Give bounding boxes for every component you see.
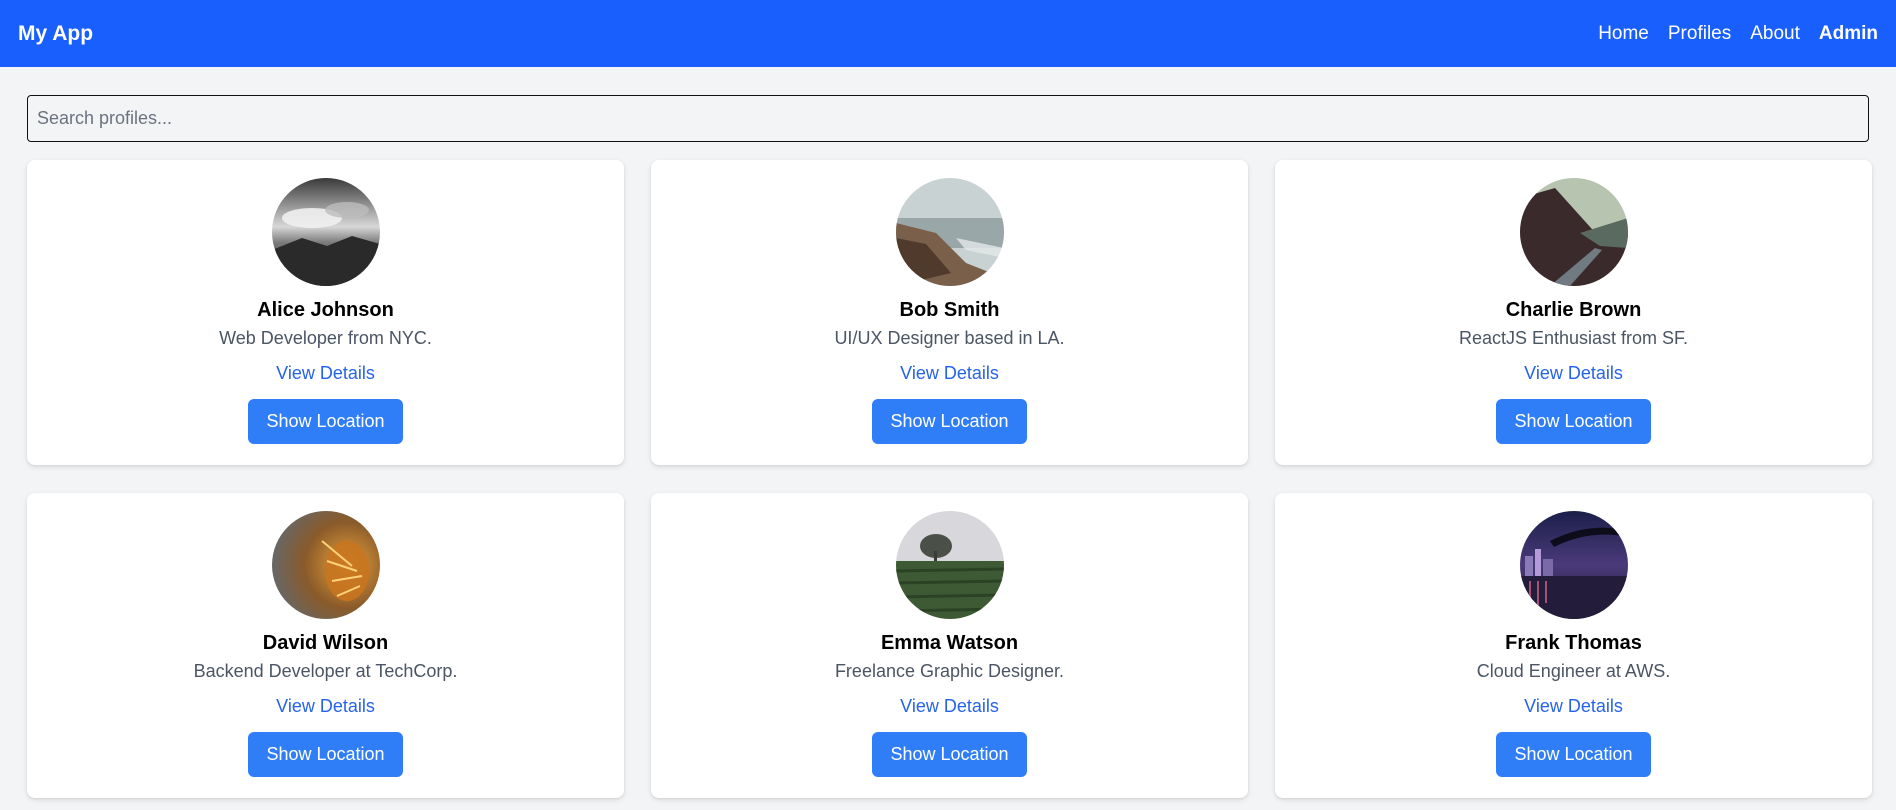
foggy-field-tree-photo (895, 511, 1004, 619)
show-location-button[interactable]: Show Location (872, 732, 1027, 777)
nav-links: Home Profiles About Admin (1598, 23, 1878, 45)
profile-name: Alice Johnson (257, 299, 394, 321)
profile-bio: UI/UX Designer based in LA. (834, 328, 1065, 348)
show-location-button[interactable]: Show Location (872, 399, 1027, 444)
profile-grid: Alice Johnson Web Developer from NYC. Vi… (27, 160, 1872, 798)
profile-name: Frank Thomas (1505, 632, 1642, 654)
nav-link-about[interactable]: About (1750, 23, 1800, 45)
profile-card: Frank Thomas Cloud Engineer at AWS. View… (1275, 493, 1872, 798)
show-location-button[interactable]: Show Location (248, 732, 403, 777)
view-details-link[interactable]: View Details (1524, 696, 1623, 717)
show-location-button[interactable]: Show Location (1496, 732, 1651, 777)
profile-avatar (895, 511, 1004, 619)
profile-avatar (1519, 178, 1628, 286)
mountain-road-photo (1519, 178, 1628, 286)
profile-name: David Wilson (262, 632, 389, 654)
profile-bio: Web Developer from NYC. (219, 328, 432, 348)
profile-name: Charlie Brown (1505, 299, 1642, 321)
profile-card: Bob Smith UI/UX Designer based in LA. Vi… (651, 160, 1248, 465)
profile-name: Bob Smith (899, 299, 1000, 321)
profile-avatar (1519, 511, 1628, 619)
profile-card: Emma Watson Freelance Graphic Designer. … (651, 493, 1248, 798)
profile-card: David Wilson Backend Developer at TechCo… (27, 493, 624, 798)
profile-avatar (271, 178, 380, 286)
view-details-link[interactable]: View Details (1524, 363, 1623, 384)
view-details-link[interactable]: View Details (276, 363, 375, 384)
show-location-button[interactable]: Show Location (248, 399, 403, 444)
profile-bio: ReactJS Enthusiast from SF. (1458, 328, 1689, 348)
nav-link-home[interactable]: Home (1598, 23, 1649, 45)
top-navbar: My App Home Profiles About Admin (0, 0, 1896, 67)
golden-plant-macro-photo (271, 511, 380, 619)
profile-card: Alice Johnson Web Developer from NYC. Vi… (27, 160, 624, 465)
nav-link-profiles[interactable]: Profiles (1668, 23, 1731, 45)
profile-bio: Cloud Engineer at AWS. (1476, 661, 1671, 681)
city-bridge-night-photo (1519, 511, 1628, 619)
profile-avatar (895, 178, 1004, 286)
view-details-link[interactable]: View Details (900, 696, 999, 717)
view-details-link[interactable]: View Details (276, 696, 375, 717)
search-input[interactable] (27, 95, 1869, 142)
main-content: Alice Johnson Web Developer from NYC. Vi… (0, 67, 1896, 798)
profile-avatar (271, 511, 380, 619)
profile-name: Emma Watson (880, 632, 1019, 654)
coastal-cliff-photo (895, 178, 1004, 286)
view-details-link[interactable]: View Details (900, 363, 999, 384)
profile-card: Charlie Brown ReactJS Enthusiast from SF… (1275, 160, 1872, 465)
app-brand[interactable]: My App (18, 22, 93, 46)
profile-bio: Freelance Graphic Designer. (834, 661, 1065, 681)
clouds-mountain-bw-photo (271, 178, 380, 286)
show-location-button[interactable]: Show Location (1496, 399, 1651, 444)
profile-bio: Backend Developer at TechCorp. (193, 661, 458, 681)
nav-link-admin[interactable]: Admin (1819, 23, 1878, 45)
